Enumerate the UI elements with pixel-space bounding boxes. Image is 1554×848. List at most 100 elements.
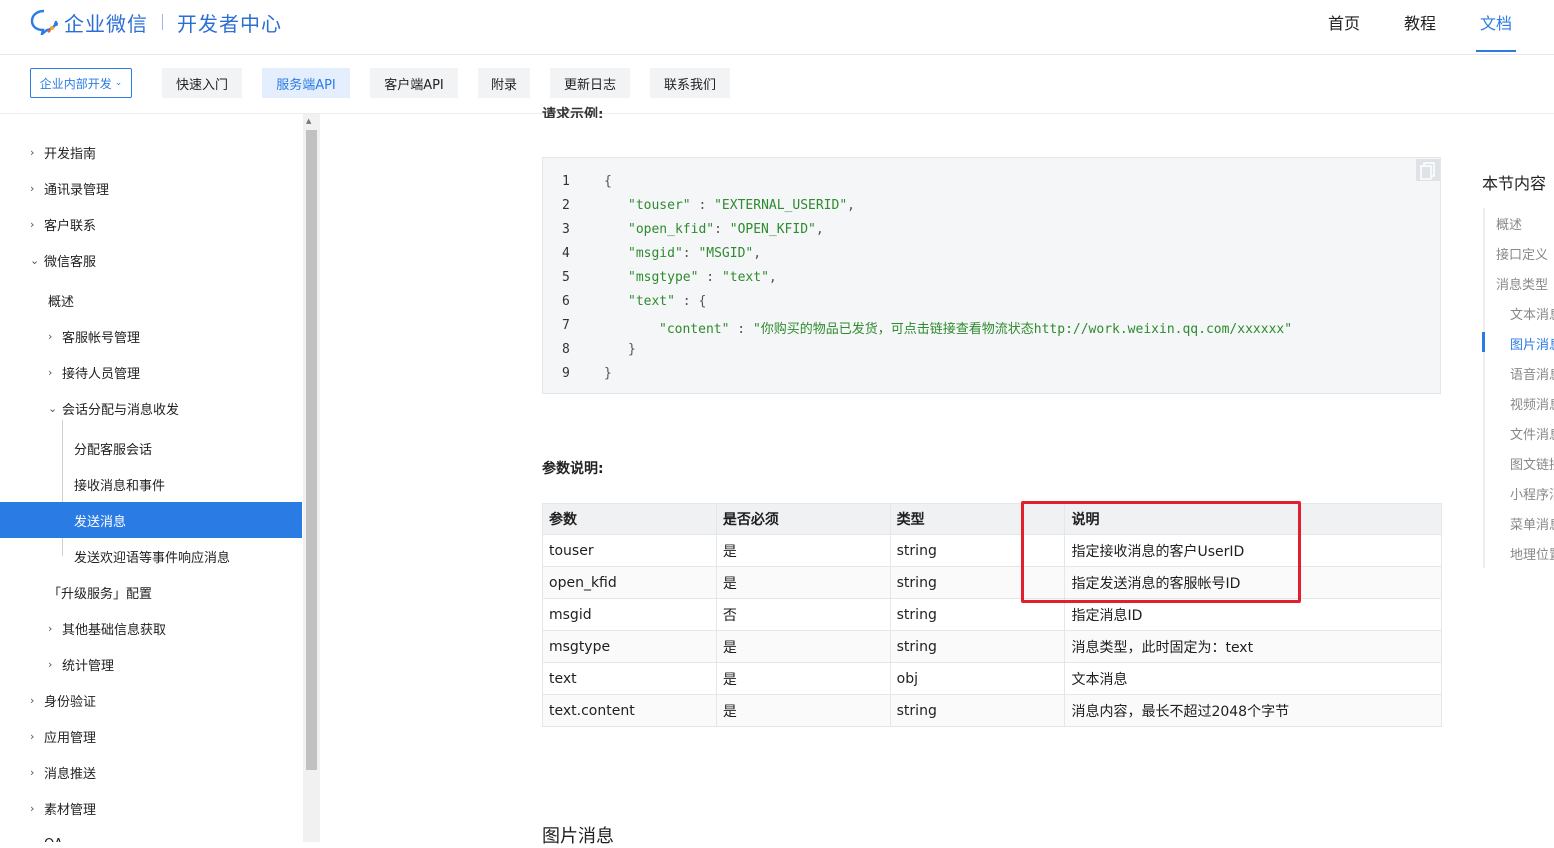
nav-tutorial[interactable]: 教程: [1404, 10, 1436, 34]
brand-name: 企业微信: [64, 11, 148, 36]
nav-docs[interactable]: 文档: [1480, 10, 1512, 34]
table-cell: 是: [715, 566, 891, 599]
sidebar-item-other-info[interactable]: › 其他基础信息获取: [48, 610, 166, 646]
sidebar-item-label: 发送消息: [74, 514, 127, 530]
code-line: "touser" : "EXTERNAL_USERID",: [628, 198, 855, 213]
params-table: 参数 是否必须 类型 说明 touser 是 string 指定接收消息的客户U…: [542, 503, 1442, 727]
sidebar-item-material[interactable]: › 素材管理: [30, 790, 96, 826]
chevron-down-icon: ⌄: [30, 253, 40, 267]
sidebar-item-receive[interactable]: 接收消息和事件: [74, 466, 165, 502]
toc-item-video[interactable]: 视频消息: [1510, 394, 1554, 413]
sidebar-item-label: 应用管理: [44, 730, 97, 746]
toc-item-image[interactable]: 图片消息: [1510, 334, 1554, 353]
code-punct: ,: [815, 222, 824, 237]
chevron-right-icon: ›: [30, 729, 35, 743]
sidebar-item-servicer[interactable]: › 接待人员管理: [48, 354, 140, 390]
table-cell: string: [889, 598, 1066, 631]
sidebar-item-label: 其他基础信息获取: [62, 622, 167, 638]
sidebar-item-label: 统计管理: [62, 658, 115, 674]
line-number: 1: [562, 174, 570, 189]
tab-changelog[interactable]: 更新日志: [550, 68, 630, 98]
sidebar-item-oa[interactable]: ›OA: [30, 826, 63, 843]
sidebar-item-overview[interactable]: 概述: [48, 282, 74, 318]
toc-item-interface[interactable]: 接口定义: [1496, 244, 1548, 263]
sidebar-item-session[interactable]: ⌄ 会话分配与消息收发: [48, 390, 179, 426]
chevron-right-icon: ›: [48, 329, 53, 343]
code-line: "text" : {: [628, 294, 706, 309]
code-punct: :: [714, 222, 730, 237]
toc-item-miniprogram[interactable]: 小程序消息: [1510, 484, 1554, 503]
dev-type-select-label: 企业内部开发: [39, 76, 112, 91]
sidebar-item-kf-account[interactable]: › 客服帐号管理: [48, 318, 140, 354]
code-key: "msgtype": [628, 270, 699, 285]
image-message-heading: 图片消息: [542, 826, 614, 847]
table-cell: obj: [889, 662, 1066, 695]
toc-item-text[interactable]: 文本消息: [1510, 304, 1554, 323]
table-header-cell: 是否必须: [715, 503, 891, 535]
code-key: "text": [628, 294, 675, 309]
sidebar-item-send[interactable]: 发送消息: [0, 502, 302, 538]
toc-item-location[interactable]: 地理位置: [1510, 544, 1554, 563]
sidebar-item-upgrade[interactable]: 「升级服务」配置: [48, 574, 152, 610]
code-punct: : {: [674, 294, 707, 309]
sidebar-item-contacts[interactable]: › 通讯录管理: [30, 170, 109, 206]
toc-item-overview[interactable]: 概述: [1496, 214, 1522, 233]
tab-appendix[interactable]: 附录: [478, 68, 530, 98]
chevron-right-icon: ›: [30, 181, 35, 195]
sidebar-item-stats[interactable]: › 统计管理: [48, 646, 114, 682]
brand-logo[interactable]: 企业微信 开发者中心: [30, 8, 282, 38]
tab-client-api[interactable]: 客户端API: [370, 68, 458, 98]
scroll-up-icon[interactable]: ▲: [306, 117, 311, 125]
copy-icon[interactable]: [1416, 159, 1440, 181]
toc-item-msg-types[interactable]: 消息类型: [1496, 274, 1548, 293]
toc-item-file[interactable]: 文件消息: [1510, 424, 1554, 443]
sidebar-item-customer[interactable]: › 客户联系: [30, 206, 96, 242]
code-punct: :: [729, 322, 753, 337]
sidebar-item-label: 通讯录管理: [44, 182, 110, 198]
table-cell: 是: [715, 662, 891, 695]
tab-contact[interactable]: 联系我们: [650, 68, 730, 98]
sidebar-item-welcome[interactable]: 发送欢迎语等事件响应消息: [74, 538, 230, 574]
sidebar-item-assign[interactable]: 分配客服会话: [74, 430, 152, 466]
table-header-row: 参数 是否必须 类型 说明: [542, 503, 1442, 535]
code-line: {: [604, 174, 612, 189]
sidebar-item-auth[interactable]: › 身份验证: [30, 682, 96, 718]
table-cell: msgid: [542, 598, 717, 631]
dev-type-select[interactable]: 企业内部开发 ⌄: [30, 68, 132, 98]
sidebar-item-label: 开发指南: [44, 146, 97, 162]
tab-server-api[interactable]: 服务端API: [262, 68, 350, 98]
sidebar-item-label: 发送欢迎语等事件响应消息: [74, 550, 231, 566]
table-cell: 是: [715, 694, 891, 727]
sidebar-item-message-push[interactable]: › 消息推送: [30, 754, 96, 790]
sidebar-item-wechat-kf[interactable]: ⌄ 微信客服: [30, 242, 96, 278]
sidebar-item-label: OA: [44, 837, 63, 843]
sidebar-scroll-thumb[interactable]: [306, 130, 317, 770]
table-cell: 是: [715, 534, 891, 567]
chevron-right-icon: ›: [30, 765, 35, 779]
line-number: 6: [562, 294, 570, 309]
nav-home[interactable]: 首页: [1328, 10, 1360, 34]
chevron-right-icon: ›: [30, 801, 35, 815]
code-line: }: [628, 342, 636, 357]
table-row: text 是 obj 文本消息: [542, 662, 1442, 695]
toc-item-voice[interactable]: 语音消息: [1510, 364, 1554, 383]
sidebar-item-dev-guide[interactable]: › 开发指南: [30, 134, 96, 170]
sidebar-item-label: 客户联系: [44, 218, 97, 234]
param-heading: 参数说明:: [542, 461, 604, 477]
line-number: 2: [562, 198, 570, 213]
request-example-heading: 请求示例:: [542, 107, 604, 118]
table-cell: 是: [715, 630, 891, 663]
line-number: 4: [562, 246, 570, 261]
brand-divider: [162, 14, 163, 30]
table-row: touser 是 string 指定接收消息的客户UserID: [542, 534, 1442, 567]
chevron-right-icon: ›: [48, 365, 53, 379]
toc-item-link[interactable]: 图文链接: [1510, 454, 1554, 473]
sidebar-item-app-manage[interactable]: › 应用管理: [30, 718, 96, 754]
code-line: "msgid": "MSGID",: [628, 246, 761, 261]
table-row: open_kfid 是 string 指定发送消息的客服帐号ID: [542, 566, 1442, 599]
code-line: "content" : "你购买的物品已发货，可点击链接查看物流状态http:/…: [659, 318, 1292, 337]
tab-quickstart[interactable]: 快速入门: [162, 68, 242, 98]
table-cell: msgtype: [542, 630, 717, 663]
toc-item-menu[interactable]: 菜单消息: [1510, 514, 1554, 533]
code-punct: ,: [847, 198, 855, 213]
